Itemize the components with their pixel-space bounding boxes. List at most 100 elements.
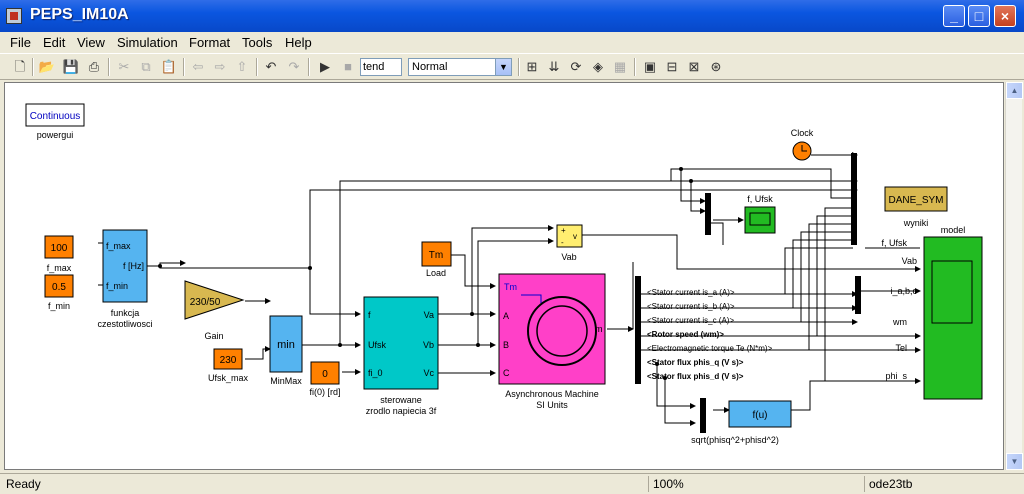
- layers-icon[interactable]: ◈: [589, 58, 607, 76]
- toolbar-separator: [634, 58, 636, 76]
- function-fu-block[interactable]: f(u) sqrt(phisq^2+phisd^2): [691, 400, 792, 445]
- close-button[interactable]: ×: [994, 5, 1016, 27]
- up-arrow-icon[interactable]: ⇧: [233, 58, 251, 76]
- redo-icon[interactable]: ↷: [285, 58, 303, 76]
- menu-format[interactable]: Format: [189, 35, 230, 50]
- fcn-label: sqrt(phisq^2+phisd^2): [691, 435, 779, 445]
- print-icon[interactable]: ⎙: [85, 58, 103, 76]
- toolbar-separator: [308, 58, 310, 76]
- mux-currents[interactable]: [855, 276, 861, 314]
- minmax-text: min: [277, 339, 295, 351]
- to-workspace-dane-sym[interactable]: DANE_SYM wyniki: [884, 186, 948, 228]
- model-input-label: i_a,b,c: [890, 286, 917, 296]
- simulation-mode-value: Normal: [412, 61, 448, 73]
- model-input-label: wm: [892, 317, 907, 327]
- machine-port-m: m: [595, 324, 603, 334]
- source-label-1: sterowane: [380, 395, 422, 405]
- paste-icon[interactable]: 📋: [160, 58, 178, 76]
- scroll-down-icon[interactable]: ▼: [1006, 453, 1023, 470]
- stop-simulation-icon[interactable]: ■: [339, 58, 357, 76]
- bus-selector[interactable]: [635, 276, 641, 384]
- load-block[interactable]: Tm Load: [421, 241, 452, 278]
- scope-f-ufsk[interactable]: f, Ufsk: [744, 194, 776, 234]
- controlled-voltage-source-block[interactable]: f Ufsk fi_0 Va Vb Vc sterowane zrodlo na…: [363, 296, 439, 416]
- simulation-mode-select[interactable]: Normal ▼: [408, 58, 512, 76]
- scroll-up-icon[interactable]: ▲: [1006, 82, 1023, 99]
- forward-arrow-icon[interactable]: ⇨: [211, 58, 229, 76]
- scope-model[interactable]: model: [923, 225, 983, 400]
- minmax-block[interactable]: min MinMax: [269, 315, 303, 386]
- fi0-value: 0: [322, 369, 328, 380]
- save-icon[interactable]: 💾: [62, 58, 80, 76]
- menu-simulation[interactable]: Simulation: [117, 35, 178, 50]
- bus-signal-labels: <Stator current is_a (A)> <Stator curren…: [647, 288, 773, 381]
- status-text: Ready: [6, 477, 41, 491]
- zoom-level: 100%: [648, 476, 862, 492]
- target-icon[interactable]: ⊛: [707, 58, 725, 76]
- open-folder-icon[interactable]: 📂: [38, 58, 56, 76]
- back-arrow-icon[interactable]: ⇦: [189, 58, 207, 76]
- library-browser-icon[interactable]: ▣: [641, 58, 659, 76]
- constant-f-min[interactable]: 0.5 f_min: [44, 274, 74, 311]
- signal-label: <Rotor speed (wm)>: [647, 330, 724, 339]
- powergui-block[interactable]: Continuous powergui: [25, 103, 85, 140]
- voltage-measurement-vab[interactable]: + - v Vab: [556, 224, 583, 262]
- menu-help[interactable]: Help: [285, 35, 312, 50]
- clock-label: Clock: [791, 128, 814, 138]
- new-model-icon[interactable]: 🗋: [11, 58, 29, 76]
- signal-label: <Stator current is_c (A)>: [647, 316, 734, 325]
- vertical-scrollbar[interactable]: ▲ ▼: [1005, 82, 1023, 470]
- asynchronous-machine-block[interactable]: Tm A B C m Asynchronous Machine SI Units: [498, 273, 606, 410]
- stop-time-input[interactable]: [360, 58, 402, 76]
- menu-tools[interactable]: Tools: [242, 35, 272, 50]
- debugger-icon[interactable]: ⊠: [685, 58, 703, 76]
- minimize-button[interactable]: _: [943, 5, 965, 27]
- toolbar-separator: [256, 58, 258, 76]
- maximize-button[interactable]: □: [968, 5, 990, 27]
- mux-flux[interactable]: [700, 398, 706, 433]
- grid-icon[interactable]: ▦: [611, 58, 629, 76]
- build-icon[interactable]: ⊞: [523, 58, 541, 76]
- minmax-label: MinMax: [270, 376, 302, 386]
- toolbar-separator: [183, 58, 185, 76]
- fcn-text: f(u): [753, 410, 768, 421]
- constant-ufsk-max[interactable]: 230 Ufsk_max: [208, 348, 249, 383]
- refresh-icon[interactable]: ⟳: [567, 58, 585, 76]
- func-port-fmin: f_min: [106, 281, 128, 291]
- toolbar-separator: [108, 58, 110, 76]
- chevron-down-icon[interactable]: ▼: [495, 59, 511, 75]
- machine-port-b: B: [503, 340, 509, 350]
- menu-file[interactable]: File: [10, 35, 31, 50]
- copy-icon[interactable]: ⧉: [137, 58, 155, 76]
- f-max-label: f_max: [47, 263, 72, 273]
- solver-name: ode23tb: [864, 476, 1004, 492]
- vab-label: Vab: [561, 252, 576, 262]
- menu-edit[interactable]: Edit: [43, 35, 65, 50]
- constant-f-max[interactable]: 100 f_max: [44, 235, 74, 273]
- status-bar: Ready 100% ode23tb: [0, 473, 1024, 494]
- cut-icon[interactable]: ✂: [115, 58, 133, 76]
- start-simulation-icon[interactable]: ▶: [316, 58, 334, 76]
- simulink-app-icon[interactable]: [6, 8, 22, 24]
- model-canvas[interactable]: Continuous powergui Clock 100 f_max 0.5 …: [4, 82, 1004, 470]
- title-bar[interactable]: PEPS_IM10A _ □ ×: [0, 0, 1024, 32]
- source-port-fi0: fi_0: [368, 368, 383, 378]
- clock-block[interactable]: Clock: [791, 128, 814, 161]
- undo-icon[interactable]: ↶: [262, 58, 280, 76]
- machine-label-1: Asynchronous Machine: [505, 389, 599, 399]
- menu-view[interactable]: View: [77, 35, 105, 50]
- simulink-diagram: Continuous powergui Clock 100 f_max 0.5 …: [25, 103, 983, 445]
- load-value: Tm: [429, 250, 443, 261]
- gain-block[interactable]: 230/50 Gain: [184, 280, 245, 341]
- vab-plus: +: [561, 226, 566, 235]
- signal-label: <Stator flux phis_q (V s)>: [647, 358, 744, 367]
- constant-fi0[interactable]: 0 fi(0) [rd]: [309, 361, 341, 397]
- model-input-label: Tel: [895, 343, 907, 353]
- frequency-function-block[interactable]: f_max f_min f [Hz] funkcja czestotliwosc…: [97, 229, 153, 329]
- machine-port-a: A: [503, 311, 509, 321]
- mux-scope[interactable]: [705, 193, 711, 235]
- window-title: PEPS_IM10A: [30, 6, 129, 23]
- update-diagram-icon[interactable]: ⇊: [545, 58, 563, 76]
- model-explorer-icon[interactable]: ⊟: [663, 58, 681, 76]
- mux-bus-top[interactable]: [851, 153, 857, 245]
